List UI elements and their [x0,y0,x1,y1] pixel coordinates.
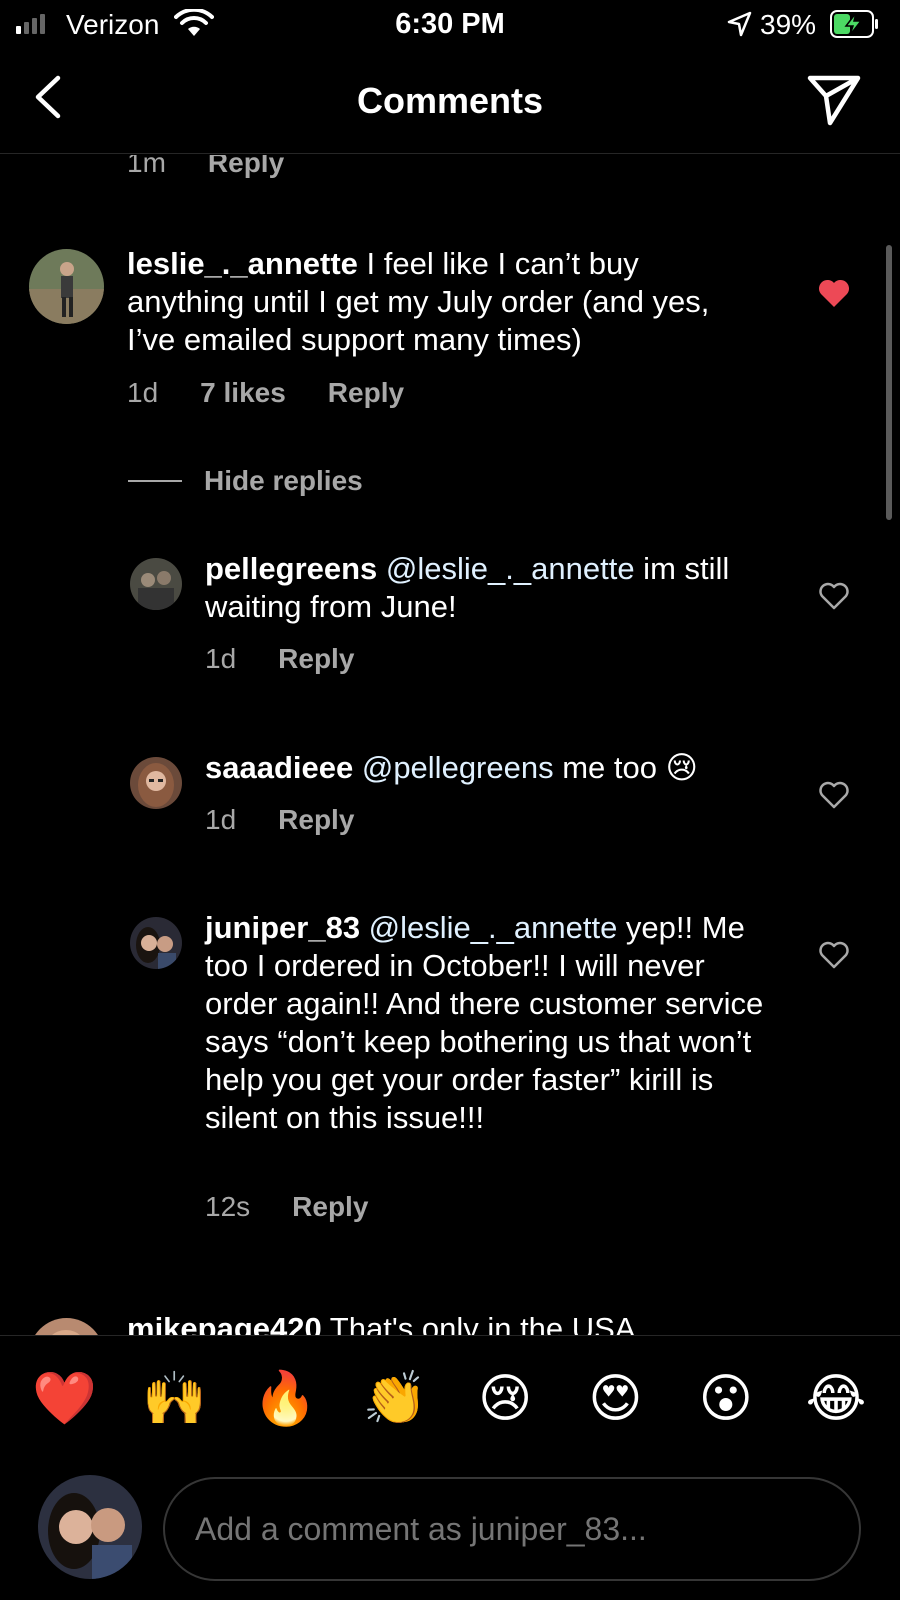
avatar[interactable] [130,757,182,809]
heart-filled-icon[interactable] [817,277,851,309]
hide-replies-label: Hide replies [204,465,363,496]
crying-face-emoji-button[interactable]: 😢 [473,1368,537,1430]
reply-timestamp: 12s [205,1191,251,1222]
battery-charging-icon [830,10,878,38]
mention-link[interactable]: @leslie_._annette [377,551,635,586]
reply-button[interactable]: Reply [208,155,284,179]
battery-percentage: 39% [760,9,817,40]
hide-replies-button[interactable]: Hide replies [128,465,363,497]
avatar[interactable] [29,1318,104,1335]
previous-comment-meta: 1m Reply [127,155,284,179]
fire-emoji-button[interactable]: 🔥 [253,1368,318,1430]
mention-link[interactable]: @leslie_._annette [360,910,618,945]
reply-button[interactable]: Reply [328,377,404,409]
status-bar: Verizon 6:30 PM 39% [0,0,900,50]
comment-timestamp: 1m [127,155,166,178]
reply-item: saaadieee @pellegreens me too 😢 1d Reply [0,749,900,869]
avatar[interactable] [29,249,104,324]
comment-username[interactable]: mikepage420 [127,1311,322,1335]
reply-text: juniper_83 @leslie_._annette yep!! Me to… [205,909,775,1137]
comment-item: mikepage420 That's only in the USA [0,1310,900,1335]
comment-composer-area: ❤️ 🙌 🔥 👏 😢 😍 😮 😂 [0,1335,900,1600]
clapping-emoji-button[interactable]: 👏 [363,1368,428,1430]
reply-meta: 1d Reply [205,643,354,675]
heart-eyes-emoji-button[interactable]: 😍 [583,1368,647,1430]
location-arrow-icon [727,11,752,37]
reply-button[interactable]: Reply [292,1191,368,1223]
avatar[interactable] [130,558,182,610]
current-user-avatar [38,1475,142,1579]
direct-share-icon[interactable] [806,72,862,128]
reply-meta: 12s Reply [205,1191,368,1223]
heart-outline-icon[interactable] [817,779,851,811]
reply-text: pellegreens @leslie_._annette im still w… [205,550,775,626]
mention-link[interactable]: @pellegreens [353,750,554,785]
comment-input[interactable] [163,1477,861,1581]
reply-button[interactable]: Reply [278,804,354,836]
avatar[interactable] [130,917,182,969]
header: Comments [0,50,900,154]
comment-text: leslie_._annette I feel like I can’t buy… [127,245,757,359]
reply-item: juniper_83 @leslie_._annette yep!! Me to… [0,909,900,1249]
reply-username[interactable]: saaadieee [205,750,353,785]
divider [128,480,182,482]
reply-username[interactable]: juniper_83 [205,910,360,945]
reply-item: pellegreens @leslie_._annette im still w… [0,550,900,700]
comment-body: That's only in the USA [321,1311,636,1335]
reply-meta: 1d Reply [205,804,354,836]
red-heart-emoji-button[interactable]: ❤️ [32,1368,97,1430]
likes-count[interactable]: 7 likes [200,377,286,409]
comment-username[interactable]: leslie_._annette [127,246,358,281]
comments-list[interactable]: 1m Reply leslie_._annette I feel like I … [0,155,900,1335]
reply-timestamp: 1d [205,804,237,835]
comment-text: mikepage420 That's only in the USA [127,1310,777,1335]
heart-outline-icon[interactable] [817,580,851,612]
reply-button[interactable]: Reply [278,643,354,675]
quick-emoji-row: ❤️ 🙌 🔥 👏 😢 😍 😮 😂 [10,1368,890,1430]
heart-outline-icon[interactable] [817,939,851,971]
reply-timestamp: 1d [205,643,237,674]
comment-timestamp: 1d [127,377,159,408]
raised-hands-emoji-button[interactable]: 🙌 [142,1368,207,1430]
page-title: Comments [356,80,544,121]
comment-meta: 1d 7 likes Reply [127,377,404,409]
laughing-tears-emoji-button[interactable]: 😂 [804,1368,868,1430]
reply-text: saaadieee @pellegreens me too 😢 [205,749,775,787]
reply-body: me too 😢 [553,750,698,785]
surprised-face-emoji-button[interactable]: 😮 [694,1368,758,1430]
reply-username[interactable]: pellegreens [205,551,377,586]
comment-item: leslie_._annette I feel like I can’t buy… [0,245,900,425]
